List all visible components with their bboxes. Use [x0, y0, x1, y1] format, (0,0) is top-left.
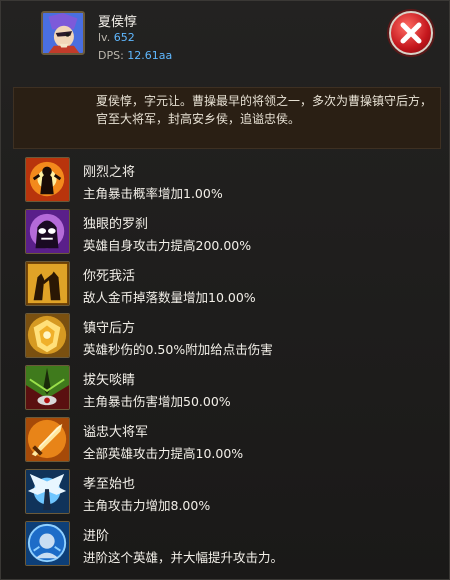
skill-name: 进阶	[83, 529, 110, 544]
skill-name: 拔矢啖睛	[83, 373, 136, 388]
skill-name: 你死我活	[83, 269, 136, 284]
advance-portrait-icon	[25, 521, 70, 566]
skill-name: 孝至始也	[83, 477, 136, 492]
skill-effect: 敌人金币掉落数量增加10.00%	[83, 290, 256, 305]
skill-item[interactable]: 谥忠大将军 全部英雄攻击力提高10.00%	[25, 415, 435, 463]
skill-item[interactable]: 独眼的罗刹 英雄自身攻击力提高200.00%	[25, 207, 435, 255]
close-x-icon	[400, 22, 422, 44]
skill-name: 独眼的罗刹	[83, 217, 149, 232]
hero-dps: DPS: 12.61aa	[98, 49, 172, 62]
level-value: 652	[113, 31, 135, 44]
skill-effect: 英雄秒伤的0.50%附加给点击伤害	[83, 342, 273, 357]
hero-avatar-icon	[43, 13, 83, 53]
hero-portrait	[41, 11, 85, 55]
skill-item[interactable]: 进阶 进阶这个英雄，并大幅提升攻击力。	[25, 519, 435, 567]
golden-fighters-icon	[25, 261, 70, 306]
golden-sword-icon	[25, 417, 70, 462]
skill-effect: 主角暴击伤害增加50.00%	[83, 394, 231, 409]
hero-description-box: 夏侯惇，字元让。曹操最早的将领之一，多次为曹操镇守后方，官至大将军，封高安乡侯，…	[13, 87, 441, 149]
skill-effect: 进阶这个英雄，并大幅提升攻击力。	[83, 550, 284, 565]
skill-effect: 主角攻击力增加8.00%	[83, 498, 211, 513]
skill-item[interactable]: 孝至始也 主角攻击力增加8.00%	[25, 467, 435, 515]
purple-demon-icon	[25, 209, 70, 254]
hero-name: 夏侯惇	[98, 15, 138, 30]
skill-name: 镇守后方	[83, 321, 136, 336]
green-arrow-icon	[25, 365, 70, 410]
level-prefix: lv.	[98, 31, 114, 44]
skill-name: 刚烈之将	[83, 165, 136, 180]
hero-level: lv. 652	[98, 31, 135, 44]
skill-effect: 全部英雄攻击力提高10.00%	[83, 446, 244, 461]
dps-value: 12.61aa	[127, 49, 173, 62]
close-button[interactable]	[389, 11, 433, 55]
hero-header: 夏侯惇 lv. 652 DPS: 12.61aa	[1, 1, 450, 83]
hero-detail-panel: 夏侯惇 lv. 652 DPS: 12.61aa 夏侯惇，字元让。曹操最早的将领…	[0, 0, 450, 580]
skill-item[interactable]: 你死我活 敌人金币掉落数量增加10.00%	[25, 259, 435, 307]
winged-light-icon	[25, 469, 70, 514]
skill-effect: 英雄自身攻击力提高200.00%	[83, 238, 252, 253]
skill-name: 谥忠大将军	[83, 425, 149, 440]
flame-warrior-icon	[25, 157, 70, 202]
golden-shield-icon	[25, 313, 70, 358]
hero-description: 夏侯惇，字元让。曹操最早的将领之一，多次为曹操镇守后方，官至大将军，封高安乡侯，…	[96, 94, 433, 126]
dps-prefix: DPS:	[98, 49, 128, 62]
skill-item[interactable]: 镇守后方 英雄秒伤的0.50%附加给点击伤害	[25, 311, 435, 359]
skill-item[interactable]: 拔矢啖睛 主角暴击伤害增加50.00%	[25, 363, 435, 411]
skill-item[interactable]: 刚烈之将 主角暴击概率增加1.00%	[25, 155, 435, 203]
skill-effect: 主角暴击概率增加1.00%	[83, 186, 223, 201]
